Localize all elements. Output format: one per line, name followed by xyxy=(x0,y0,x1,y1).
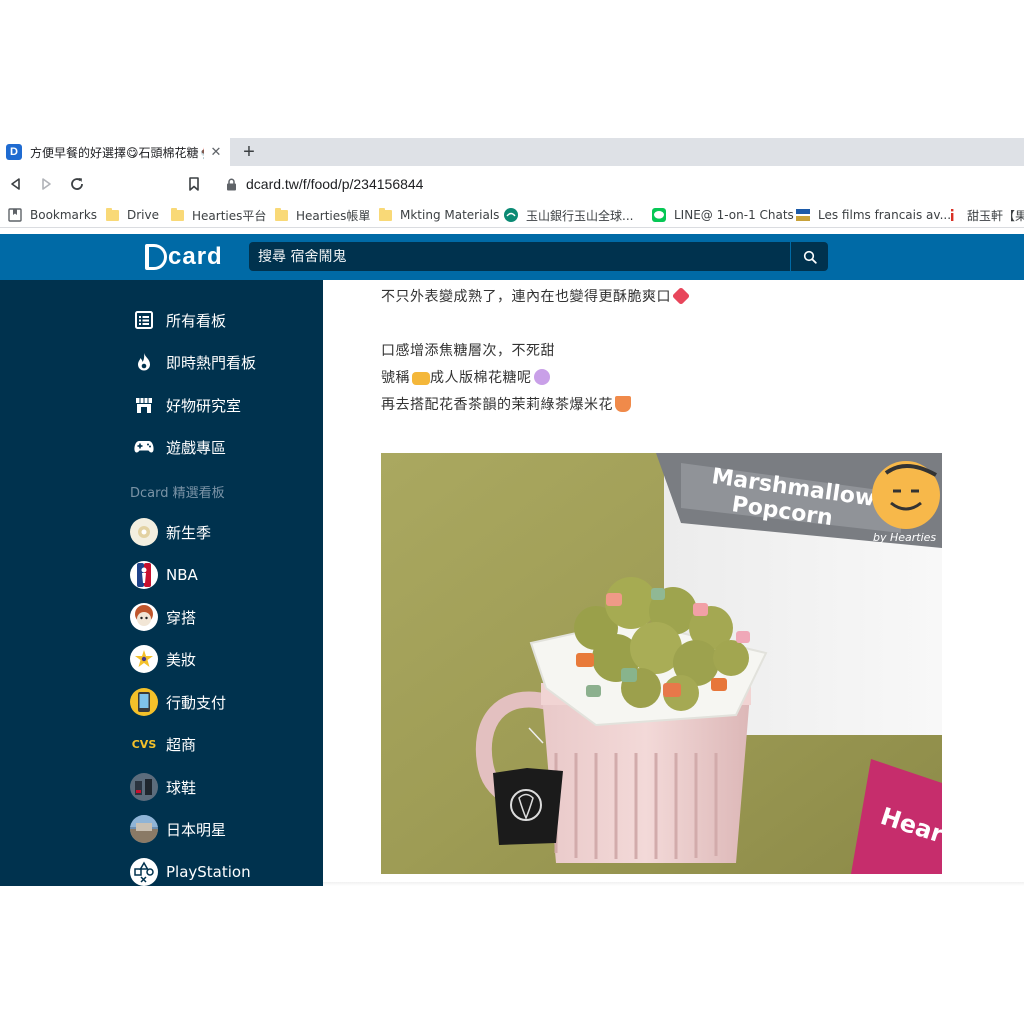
pointing-hand-emoji-icon xyxy=(412,372,430,385)
bookmark-item-hearties-platform[interactable]: Hearties平台 xyxy=(170,206,266,224)
fire-icon xyxy=(130,348,158,376)
bookmark-star-button[interactable] xyxy=(184,174,204,194)
new-tab-button[interactable]: + xyxy=(238,139,260,165)
post-content: 不只外表變成熟了，連內在也變得更酥脆爽口 口感增添焦糖層次，不死甜 號稱 成人版棉… xyxy=(323,280,1024,886)
mobile-payment-avatar-icon xyxy=(130,688,158,716)
store-icon xyxy=(130,391,158,419)
bookmark-item-line-chats[interactable]: LINE@ 1-on-1 Chats xyxy=(652,206,794,224)
board-item-makeup[interactable]: 美妝 xyxy=(130,644,196,674)
browser-tab-active[interactable]: D 方便早餐的好選擇😋石頭棉花糖🍨 ✕ xyxy=(0,138,230,166)
browser-toolbar: dcard.tw/f/food/p/234156844 xyxy=(0,166,1024,202)
popcorn-emoji-icon xyxy=(615,396,631,412)
bookmarks-bar: Bookmarks Drive Hearties平台 Hearties帳單 Mk… xyxy=(0,202,1024,228)
board-item-freshman[interactable]: 新生季 xyxy=(130,517,211,547)
fashion-avatar-icon xyxy=(130,603,158,631)
makeup-avatar-icon xyxy=(130,645,158,673)
dcard-favicon-icon: D xyxy=(6,144,22,160)
info-icon xyxy=(945,208,959,222)
forward-button[interactable] xyxy=(36,174,56,194)
folder-icon xyxy=(170,207,184,222)
reload-icon xyxy=(71,178,83,190)
film-icon xyxy=(796,208,810,222)
bookmarks-icon xyxy=(8,208,22,222)
reload-button[interactable] xyxy=(67,174,87,194)
search-input[interactable] xyxy=(258,248,790,265)
face-emoji-icon xyxy=(533,369,550,385)
bookmark-item-tianyuxuan[interactable]: 甜玉軒【果露 xyxy=(945,206,1024,224)
sneakers-avatar-icon xyxy=(130,773,158,801)
product-photo-illustration: Marshmallow Popcorn by Hearties Hear xyxy=(381,453,942,874)
board-item-japanese-stars[interactable]: 日本明星 xyxy=(130,814,226,844)
close-tab-icon[interactable]: ✕ xyxy=(208,144,224,160)
forward-arrow-icon xyxy=(42,178,51,190)
address-bar[interactable]: dcard.tw/f/food/p/234156844 xyxy=(214,171,1024,197)
post-image-marshmallow-popcorn[interactable]: Marshmallow Popcorn by Hearties Hear xyxy=(381,453,942,874)
folder-icon xyxy=(105,207,119,222)
bookmark-icon xyxy=(189,177,199,191)
dcard-logo-d-icon xyxy=(145,244,167,270)
bookmark-item-mkting-materials[interactable]: Mkting Materials xyxy=(378,206,499,224)
back-button[interactable] xyxy=(6,174,26,194)
nba-logo-icon xyxy=(130,561,158,589)
board-item-playstation[interactable]: PlayStation xyxy=(130,857,251,886)
esun-bank-icon xyxy=(504,208,518,222)
sidebar-item-goods-lab[interactable]: 好物研究室 xyxy=(130,390,241,420)
tab-title: 方便早餐的好選擇😋石頭棉花糖🍨 xyxy=(30,145,204,160)
search-button[interactable] xyxy=(791,242,828,271)
board-item-nba[interactable]: NBA xyxy=(130,560,198,590)
post-text-line: 再去搭配花香茶韻的茉莉綠茶爆米花 xyxy=(381,394,631,414)
board-item-sneakers[interactable]: 球鞋 xyxy=(130,772,196,802)
playstation-buttons-icon xyxy=(130,858,158,886)
post-text-line: 口感增添焦糖層次，不死甜 xyxy=(381,343,555,359)
board-item-mobile-payment[interactable]: 行動支付 xyxy=(130,687,226,717)
featured-boards-heading: Dcard 精選看板 xyxy=(130,486,225,501)
post-text-line: 號稱 成人版棉花糖呢 xyxy=(381,367,550,387)
dcard-logo[interactable]: card xyxy=(145,242,223,272)
bookmark-item-bookmarks[interactable]: Bookmarks xyxy=(8,206,97,224)
bookmark-item-drive[interactable]: Drive xyxy=(105,206,159,224)
folder-icon xyxy=(274,207,288,222)
broken-heart-emoji-icon xyxy=(671,286,691,306)
search-icon xyxy=(803,250,817,264)
tab-strip: D 方便早餐的好選擇😋石頭棉花糖🍨 ✕ + xyxy=(0,138,1024,166)
back-arrow-icon xyxy=(11,178,20,190)
board-item-fashion[interactable]: 穿搭 xyxy=(130,602,196,632)
sidebar: 所有看板 即時熱門看板 好物研究室 遊戲專區 Dcard 精選看板 新生季 NB… xyxy=(0,280,323,886)
dcard-header: card xyxy=(0,234,1024,280)
sidebar-item-gaming[interactable]: 遊戲專區 xyxy=(130,432,226,462)
post-text-line: 不只外表變成熟了，連內在也變得更酥脆爽口 xyxy=(381,286,691,306)
line-icon xyxy=(652,208,666,222)
folder-icon xyxy=(378,207,392,222)
board-item-convenience-store[interactable]: CVS 超商 xyxy=(130,729,196,759)
cvs-logo: CVS xyxy=(130,730,158,758)
search-box xyxy=(249,242,790,271)
svg-text:by Hearties: by Hearties xyxy=(873,531,936,544)
japanese-stars-avatar-icon xyxy=(130,815,158,843)
board-avatar xyxy=(130,518,158,546)
url-text: dcard.tw/f/food/p/234156844 xyxy=(246,176,424,192)
content-bottom-edge xyxy=(323,882,1024,886)
bookmark-item-esun-bank[interactable]: 玉山銀行玉山全球... xyxy=(504,206,633,224)
lock-icon xyxy=(226,177,238,191)
gamepad-icon xyxy=(130,433,158,461)
bookmark-item-hearties-billing[interactable]: Hearties帳單 xyxy=(274,206,370,224)
sidebar-item-trending[interactable]: 即時熱門看板 xyxy=(130,347,256,377)
bookmark-item-les-films[interactable]: Les films francais av... xyxy=(796,206,951,224)
list-icon xyxy=(130,306,158,334)
sidebar-item-all-boards[interactable]: 所有看板 xyxy=(130,305,226,335)
